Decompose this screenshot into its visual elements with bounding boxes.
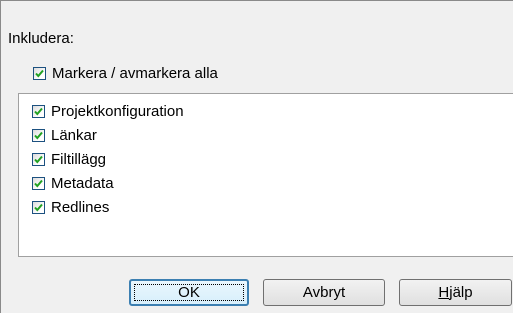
lankar-checkbox[interactable] — [32, 128, 45, 142]
list-item-projektkonfiguration[interactable]: Projektkonfiguration — [32, 101, 184, 121]
help-button[interactable]: Hjälp — [399, 279, 512, 306]
list-item-lankar[interactable]: Länkar — [32, 125, 97, 145]
list-item-label: Länkar — [51, 126, 97, 144]
checkmark-icon — [34, 155, 43, 164]
select-all-label: Markera / avmarkera alla — [52, 64, 218, 82]
list-item-label: Filtillägg — [51, 150, 107, 168]
list-item-filtillagg[interactable]: Filtillägg — [32, 149, 106, 169]
checkmark-icon — [34, 131, 43, 140]
include-items-list[interactable]: Projektkonfiguration Länkar Filtillägg M… — [18, 93, 513, 257]
cancel-button-label: Avbryt — [302, 284, 346, 301]
select-all-checkbox-row[interactable]: Markera / avmarkera alla — [33, 63, 218, 83]
list-item-label: Redlines — [51, 198, 110, 216]
filtillagg-checkbox[interactable] — [32, 152, 45, 166]
list-item-label: Metadata — [51, 174, 114, 192]
help-button-label: Hjälp — [438, 284, 473, 301]
list-item-redlines[interactable]: Redlines — [32, 197, 109, 217]
include-label: Inkludera: — [8, 30, 74, 47]
checkmark-icon — [35, 69, 44, 78]
button-row: OK Avbryt Hjälp — [1, 279, 513, 314]
list-item-label: Projektkonfiguration — [51, 102, 184, 120]
checkmark-icon — [34, 107, 43, 116]
metadata-checkbox[interactable] — [32, 176, 45, 190]
focus-rectangle — [134, 284, 244, 301]
export-options-dialog: Inkludera: Markera / avmarkera alla Proj… — [0, 0, 513, 313]
cancel-button[interactable]: Avbryt — [263, 279, 385, 306]
list-item-metadata[interactable]: Metadata — [32, 173, 114, 193]
checkmark-icon — [34, 179, 43, 188]
select-all-checkbox[interactable] — [33, 66, 46, 80]
projektkonfiguration-checkbox[interactable] — [32, 104, 45, 118]
redlines-checkbox[interactable] — [32, 200, 45, 214]
checkmark-icon — [34, 203, 43, 212]
ok-button[interactable]: OK — [129, 279, 249, 306]
